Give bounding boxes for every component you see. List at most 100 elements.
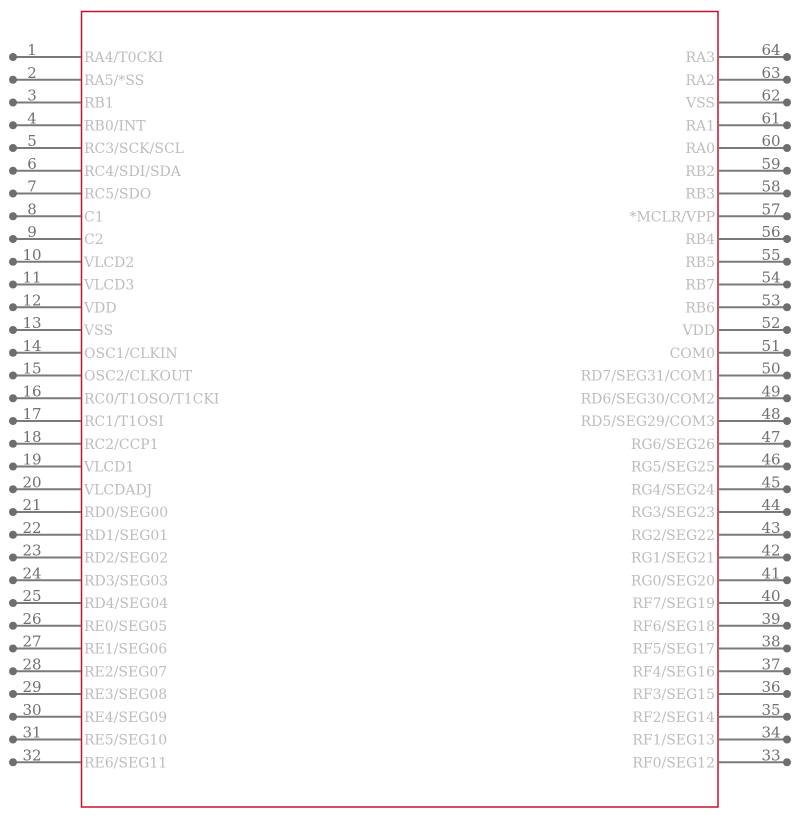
pin-endpoint-dot[interactable] <box>9 144 17 152</box>
pin-endpoint-dot[interactable] <box>783 530 791 539</box>
pin-endpoint-dot[interactable] <box>783 189 791 198</box>
pin-64[interactable]: 64 RA3 <box>685 41 791 66</box>
pin-endpoint-dot[interactable] <box>9 712 17 721</box>
pin-18[interactable]: 18 RC2/CCP1 <box>9 428 159 453</box>
pin-37[interactable]: 37 RF4/SEG16 <box>632 655 791 680</box>
pin-6[interactable]: 6 RC4/SDI/SDA <box>9 155 182 180</box>
pin-16[interactable]: 16 RC0/T1OSO/T1CKI <box>9 382 219 407</box>
pin-30[interactable]: 30 RE4/SEG09 <box>9 701 167 726</box>
pin-endpoint-dot[interactable] <box>783 394 791 403</box>
pin-endpoint-dot[interactable] <box>9 621 17 630</box>
pin-49[interactable]: 49 RD6/SEG30/COM2 <box>581 382 791 407</box>
pin-endpoint-dot[interactable] <box>783 98 791 107</box>
pin-endpoint-dot[interactable] <box>783 121 791 130</box>
pin-28[interactable]: 28 RE2/SEG07 <box>9 655 167 680</box>
pin-endpoint-dot[interactable] <box>9 212 17 221</box>
pin-endpoint-dot[interactable] <box>783 53 791 61</box>
pin-52[interactable]: 52 VDD <box>681 314 791 339</box>
pin-8[interactable]: 8 C1 <box>9 200 104 225</box>
pin-42[interactable]: 42 RG1/SEG21 <box>631 542 791 567</box>
pin-endpoint-dot[interactable] <box>783 303 791 312</box>
pin-11[interactable]: 11 VLCD3 <box>9 269 134 294</box>
pin-endpoint-dot[interactable] <box>9 758 17 767</box>
pin-endpoint-dot[interactable] <box>783 417 791 425</box>
pin-endpoint-dot[interactable] <box>783 644 791 653</box>
pin-46[interactable]: 46 RG5/SEG25 <box>631 451 791 476</box>
pin-endpoint-dot[interactable] <box>9 530 17 539</box>
pin-endpoint-dot[interactable] <box>783 371 791 380</box>
pin-63[interactable]: 63 RA2 <box>685 64 791 89</box>
pin-40[interactable]: 40 RF7/SEG19 <box>632 587 791 612</box>
pin-endpoint-dot[interactable] <box>9 166 17 175</box>
pin-endpoint-dot[interactable] <box>783 439 791 448</box>
pin-endpoint-dot[interactable] <box>783 690 791 698</box>
pin-endpoint-dot[interactable] <box>9 553 17 562</box>
pin-2[interactable]: 2 RA5/*SS <box>9 64 144 89</box>
pin-47[interactable]: 47 RG6/SEG26 <box>631 428 791 453</box>
pin-54[interactable]: 54 RB7 <box>685 269 791 294</box>
pin-39[interactable]: 39 RF6/SEG18 <box>632 610 791 635</box>
pin-endpoint-dot[interactable] <box>783 621 791 630</box>
pin-58[interactable]: 58 RB3 <box>685 178 791 203</box>
pin-endpoint-dot[interactable] <box>783 235 791 243</box>
pin-endpoint-dot[interactable] <box>9 690 17 698</box>
pin-32[interactable]: 32 RE6/SEG11 <box>9 746 167 771</box>
pin-endpoint-dot[interactable] <box>783 144 791 152</box>
pin-55[interactable]: 55 RB5 <box>685 246 791 271</box>
pin-38[interactable]: 38 RF5/SEG17 <box>632 633 791 658</box>
pin-endpoint-dot[interactable] <box>9 280 17 289</box>
pin-endpoint-dot[interactable] <box>9 303 17 312</box>
pin-26[interactable]: 26 RE0/SEG05 <box>9 610 167 635</box>
pin-endpoint-dot[interactable] <box>9 735 17 744</box>
pin-endpoint-dot[interactable] <box>783 735 791 744</box>
pin-10[interactable]: 10 VLCD2 <box>9 246 134 271</box>
pin-21[interactable]: 21 RD0/SEG00 <box>9 496 168 521</box>
pin-endpoint-dot[interactable] <box>783 712 791 721</box>
pin-endpoint-dot[interactable] <box>9 462 17 471</box>
pin-43[interactable]: 43 RG2/SEG22 <box>631 519 791 544</box>
pin-41[interactable]: 41 RG0/SEG20 <box>631 564 791 589</box>
pin-endpoint-dot[interactable] <box>9 235 17 243</box>
pin-endpoint-dot[interactable] <box>9 599 17 607</box>
pin-endpoint-dot[interactable] <box>783 758 791 767</box>
pin-4[interactable]: 4 RB0/INT <box>9 109 146 134</box>
pin-51[interactable]: 51 COM0 <box>670 337 791 362</box>
pin-endpoint-dot[interactable] <box>783 553 791 562</box>
pin-24[interactable]: 24 RD3/SEG03 <box>9 564 168 589</box>
pin-endpoint-dot[interactable] <box>9 576 17 585</box>
pin-endpoint-dot[interactable] <box>783 280 791 289</box>
pin-53[interactable]: 53 RB6 <box>685 291 791 316</box>
pin-9[interactable]: 9 C2 <box>9 223 104 248</box>
pin-44[interactable]: 44 RG3/SEG23 <box>631 496 791 521</box>
pin-29[interactable]: 29 RE3/SEG08 <box>9 678 167 703</box>
pin-endpoint-dot[interactable] <box>9 667 17 676</box>
pin-14[interactable]: 14 OSC1/CLKIN <box>9 337 178 362</box>
pin-endpoint-dot[interactable] <box>9 53 17 61</box>
pin-62[interactable]: 62 VSS <box>685 87 791 112</box>
pin-endpoint-dot[interactable] <box>9 508 17 516</box>
pin-endpoint-dot[interactable] <box>9 257 17 266</box>
pin-endpoint-dot[interactable] <box>783 257 791 266</box>
pin-endpoint-dot[interactable] <box>783 508 791 516</box>
pin-33[interactable]: 33 RF0/SEG12 <box>632 746 791 771</box>
pin-endpoint-dot[interactable] <box>9 348 17 357</box>
pin-endpoint-dot[interactable] <box>783 326 791 334</box>
pin-57[interactable]: 57 *MCLR/VPP <box>629 200 791 225</box>
pin-13[interactable]: 13 VSS <box>9 314 113 339</box>
pin-endpoint-dot[interactable] <box>9 439 17 448</box>
pin-50[interactable]: 50 RD7/SEG31/COM1 <box>581 360 791 385</box>
pin-endpoint-dot[interactable] <box>9 644 17 653</box>
pin-endpoint-dot[interactable] <box>783 462 791 471</box>
pin-endpoint-dot[interactable] <box>783 75 791 84</box>
pin-endpoint-dot[interactable] <box>9 189 17 198</box>
pin-endpoint-dot[interactable] <box>9 326 17 334</box>
pin-15[interactable]: 15 OSC2/CLKOUT <box>9 360 193 385</box>
pin-48[interactable]: 48 RD5/SEG29/COM3 <box>581 405 791 430</box>
pin-17[interactable]: 17 RC1/T1OSI <box>9 405 164 430</box>
pin-59[interactable]: 59 RB2 <box>685 155 791 180</box>
pin-61[interactable]: 61 RA1 <box>685 109 791 134</box>
pin-31[interactable]: 31 RE5/SEG10 <box>9 724 167 749</box>
pin-endpoint-dot[interactable] <box>9 485 17 494</box>
pin-25[interactable]: 25 RD4/SEG04 <box>9 587 168 612</box>
pin-3[interactable]: 3 RB1 <box>9 87 114 112</box>
